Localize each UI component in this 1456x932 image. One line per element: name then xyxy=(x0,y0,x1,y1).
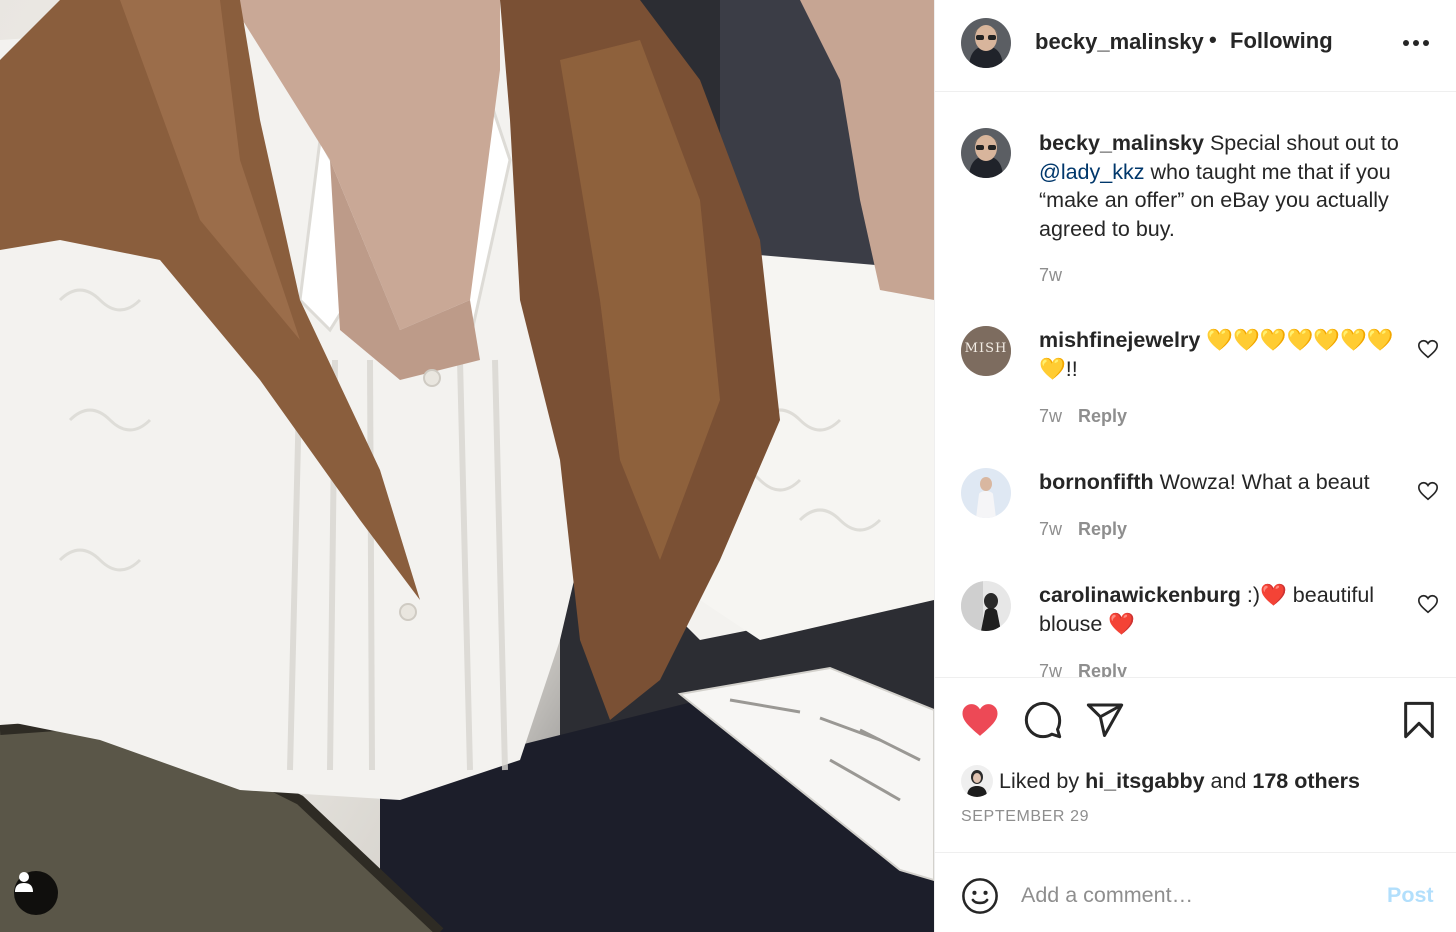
share-button[interactable] xyxy=(1085,700,1125,745)
comment-meta: 7w Reply xyxy=(1039,519,1127,540)
comment-button[interactable] xyxy=(1023,700,1063,745)
comment-meta: 7w Reply xyxy=(1039,661,1127,677)
comment-input[interactable] xyxy=(1021,875,1351,915)
post-date[interactable]: SEPTEMBER 29 xyxy=(961,808,1089,826)
mish-avatar-label: MISH xyxy=(964,341,1008,356)
photo-illustration xyxy=(0,0,934,932)
comment-username[interactable]: carolinawickenburg xyxy=(1039,583,1241,607)
liker-avatar[interactable] xyxy=(961,765,993,797)
comment-text: mishfinejewelry 💛💛💛💛💛💛💛💛!! xyxy=(1039,326,1424,383)
comment-avatar[interactable] xyxy=(961,468,1011,518)
heart-outline-icon xyxy=(1418,339,1438,359)
likes-prefix: Liked by xyxy=(999,768,1080,793)
author-avatar-image xyxy=(961,18,1011,68)
like-button[interactable] xyxy=(959,700,1001,745)
emoji-button[interactable] xyxy=(961,877,999,920)
comment-like-button[interactable] xyxy=(1417,593,1439,615)
likes-summary: Liked by hi_itsgabby and 178 others xyxy=(961,764,1360,798)
liker-avatar-image xyxy=(961,765,993,797)
caption-avatar-image xyxy=(961,128,1011,178)
user-tag-icon xyxy=(15,872,33,892)
bornonfifth-avatar-image xyxy=(961,468,1011,518)
paper-plane-icon xyxy=(1086,703,1124,737)
comment-meta: 7w Reply xyxy=(1039,406,1127,427)
comment-bubble-icon xyxy=(1024,701,1062,739)
more-options-button[interactable] xyxy=(1401,30,1431,56)
caption-username[interactable]: becky_malinsky xyxy=(1039,131,1204,155)
comment-username[interactable]: mishfinejewelry xyxy=(1039,328,1200,352)
post-comment-button[interactable]: Post xyxy=(1387,883,1434,908)
user-tag-button[interactable] xyxy=(14,871,58,915)
carolinawickenburg-avatar-image xyxy=(961,581,1011,631)
post-sidebar: becky_malinsky • Following becky_malinsk… xyxy=(934,0,1456,932)
comment-body: Wowza! What a beaut xyxy=(1159,470,1370,494)
comment-time[interactable]: 7w xyxy=(1039,406,1062,426)
likes-joiner: and xyxy=(1210,768,1247,793)
comment-like-button[interactable] xyxy=(1417,338,1439,360)
header-separator: • xyxy=(1209,27,1217,52)
likes-others-link[interactable]: 178 others xyxy=(1252,769,1360,794)
caption-avatar[interactable] xyxy=(961,128,1011,178)
caption-time[interactable]: 7w xyxy=(1039,265,1062,285)
reply-button[interactable]: Reply xyxy=(1078,661,1127,677)
caption-meta: 7w xyxy=(1039,265,1062,286)
more-horizontal-icon xyxy=(1403,40,1429,46)
action-bar: Liked by hi_itsgabby and 178 others SEPT… xyxy=(935,677,1456,853)
comment-avatar[interactable] xyxy=(961,581,1011,631)
caption-text: becky_malinsky Special shout out to @lad… xyxy=(1039,129,1424,243)
heart-outline-icon xyxy=(1418,481,1438,501)
author-avatar[interactable] xyxy=(961,18,1011,68)
heart-filled-icon xyxy=(962,704,998,736)
heart-outline-icon xyxy=(1418,594,1438,614)
save-button[interactable] xyxy=(1401,700,1437,745)
smiley-icon xyxy=(962,878,998,914)
author-username[interactable]: becky_malinsky xyxy=(1035,29,1204,55)
caption-text-before: Special shout out to xyxy=(1209,131,1399,155)
comment-avatar[interactable]: MISH xyxy=(961,326,1011,376)
comments-list[interactable]: becky_malinsky Special shout out to @lad… xyxy=(935,93,1456,677)
following-button[interactable]: Following xyxy=(1230,28,1333,54)
post-header: becky_malinsky • Following xyxy=(935,0,1456,92)
reply-button[interactable]: Reply xyxy=(1078,406,1127,426)
caption-mention[interactable]: @lady_kkz xyxy=(1039,160,1144,184)
comment-time[interactable]: 7w xyxy=(1039,661,1062,677)
add-comment-bar: Post xyxy=(935,853,1456,932)
comment-time[interactable]: 7w xyxy=(1039,519,1062,539)
comment-username[interactable]: bornonfifth xyxy=(1039,470,1154,494)
comment-text: carolinawickenburg :)❤️ beautiful blouse… xyxy=(1039,581,1424,638)
comment-like-button[interactable] xyxy=(1417,480,1439,502)
reply-button[interactable]: Reply xyxy=(1078,519,1127,539)
comment-text: bornonfifth Wowza! What a beaut xyxy=(1039,468,1424,497)
post-photo[interactable] xyxy=(0,0,934,932)
liker-username[interactable]: hi_itsgabby xyxy=(1085,769,1204,794)
bookmark-icon xyxy=(1404,701,1434,739)
